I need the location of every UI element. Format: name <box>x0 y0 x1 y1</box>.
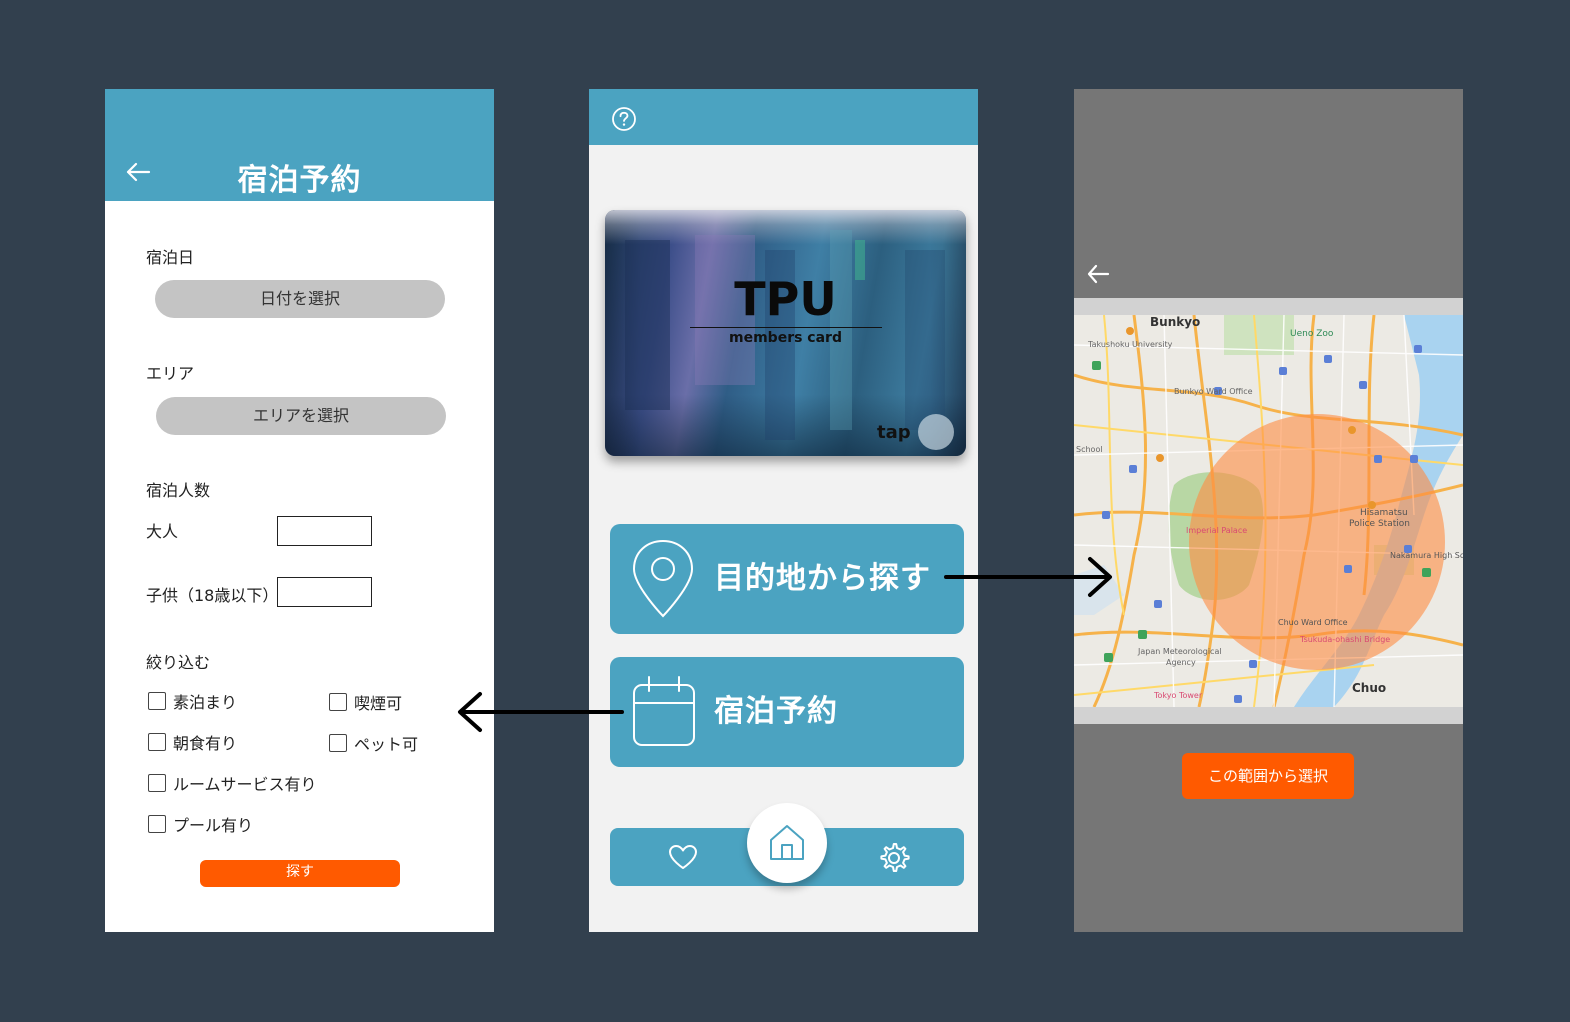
checkbox-label: ルームサービス有り <box>173 775 317 794</box>
checkbox-label: プール有り <box>173 816 254 835</box>
map-label: Nakamura High Sc <box>1390 551 1463 560</box>
map-label: School <box>1076 445 1103 454</box>
map-label: Takushoku University <box>1088 340 1173 349</box>
checkbox[interactable] <box>148 733 166 751</box>
date-label: 宿泊日 <box>146 248 195 267</box>
card-title: TPU <box>734 272 837 326</box>
map-frame: Bunkyo Ueno Zoo Takushoku University Bun… <box>1074 298 1463 724</box>
member-card[interactable]: TPU members card tap <box>605 210 966 456</box>
search-by-destination-button[interactable]: 目的地から探す <box>610 524 964 634</box>
map-label: Chuo Ward Office <box>1278 618 1348 627</box>
help-icon[interactable] <box>611 106 637 132</box>
map-label: Chuo <box>1352 681 1387 695</box>
checkbox-label: 喫煙可 <box>354 694 403 713</box>
home-icon <box>770 825 804 860</box>
filter-label: 絞り込む <box>146 653 211 672</box>
destination-button-label: 目的地から探す <box>714 561 931 596</box>
checkbox[interactable] <box>148 774 166 792</box>
card-tap-target[interactable] <box>918 414 954 450</box>
filter-checkbox-pool[interactable]: プール有り <box>148 812 253 836</box>
checkbox-label: 朝食有り <box>173 734 238 753</box>
home-tab-button[interactable] <box>747 803 827 883</box>
checkbox[interactable] <box>329 734 347 752</box>
adult-count-input[interactable] <box>277 516 372 546</box>
checkbox-label: ペット可 <box>354 735 419 754</box>
adult-label: 大人 <box>146 522 179 541</box>
map-label: Japan Meteorological <box>1138 647 1222 656</box>
child-label: 子供（18歳以下） <box>146 586 279 605</box>
checkbox[interactable] <box>329 693 347 711</box>
gear-icon[interactable] <box>878 842 910 874</box>
map-label: Bunkyo <box>1150 315 1201 329</box>
booking-button-label: 宿泊予約 <box>714 694 838 729</box>
card-divider <box>690 327 882 328</box>
checkbox-label: 素泊まり <box>173 693 238 712</box>
booking-button[interactable]: 宿泊予約 <box>610 657 964 767</box>
heart-icon[interactable] <box>668 844 698 870</box>
map-label: Ueno Zoo <box>1290 329 1334 339</box>
map-label: Hisamatsu <box>1360 508 1408 518</box>
search-button[interactable]: 探す <box>200 860 400 887</box>
calendar-icon <box>633 676 695 746</box>
booking-header: 宿泊予約 <box>105 89 494 201</box>
checkbox[interactable] <box>148 815 166 833</box>
flow-arrow-right-icon <box>944 557 1112 597</box>
home-header <box>589 89 978 145</box>
flow-arrow-left-icon <box>458 692 624 732</box>
filter-checkbox-room-only[interactable]: 素泊まり <box>148 689 237 713</box>
map-screen: Bunkyo Ueno Zoo Takushoku University Bun… <box>1074 89 1463 932</box>
map-label: Bunkyo Ward Office <box>1174 387 1253 396</box>
map-label: Agency <box>1166 658 1196 667</box>
back-arrow-icon[interactable] <box>1086 263 1110 285</box>
filter-checkbox-smoking[interactable]: 喫煙可 <box>329 690 402 714</box>
select-range-button[interactable]: この範囲から選択 <box>1182 753 1354 799</box>
guests-label: 宿泊人数 <box>146 481 211 500</box>
checkbox[interactable] <box>148 692 166 710</box>
map-label: Tsukuda-ohashi Bridge <box>1300 635 1391 644</box>
filter-checkbox-room-service[interactable]: ルームサービス有り <box>148 771 317 795</box>
area-label: エリア <box>146 364 195 383</box>
booking-screen: 宿泊予約 宿泊日 日付を選択 エリア エリアを選択 宿泊人数 大人 子供（18歳… <box>105 89 494 932</box>
area-select-button[interactable]: エリアを選択 <box>156 397 446 435</box>
location-pin-icon <box>632 539 694 618</box>
filter-checkbox-pets[interactable]: ペット可 <box>329 731 418 755</box>
date-select-button[interactable]: 日付を選択 <box>155 280 445 318</box>
filter-checkbox-breakfast[interactable]: 朝食有り <box>148 730 237 754</box>
map-label: Tokyo Tower <box>1154 691 1203 700</box>
page-title: 宿泊予約 <box>237 163 362 198</box>
child-count-input[interactable] <box>277 577 372 607</box>
card-subtitle: members card <box>729 330 842 346</box>
map-label: Police Station <box>1349 519 1410 529</box>
map[interactable]: Bunkyo Ueno Zoo Takushoku University Bun… <box>1074 315 1463 707</box>
home-screen: TPU members card tap 目的地から探す 宿泊予約 <box>589 89 978 932</box>
card-tap-label: tap <box>877 422 911 443</box>
map-label: Imperial Palace <box>1186 526 1248 535</box>
